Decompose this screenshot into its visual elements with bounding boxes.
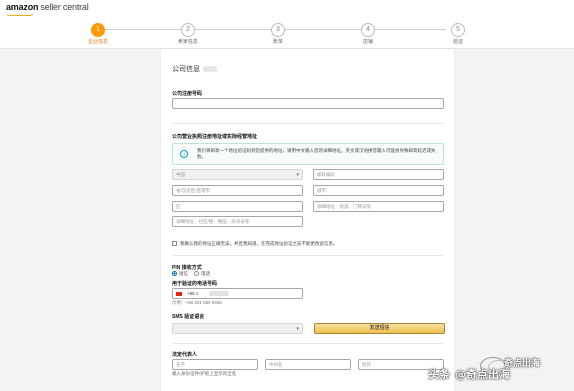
info-icon: i	[180, 150, 188, 158]
divider	[172, 255, 444, 256]
city-input[interactable]: 城市	[313, 185, 444, 196]
watermark: 奇点出海 头条 @奇点出海	[428, 357, 568, 383]
sms-language-select[interactable]: ▾	[172, 323, 303, 334]
district-input[interactable]: 区	[172, 201, 303, 212]
step-5-label: 验证	[452, 39, 463, 45]
progress-stepper: 1 2 3 4 5 企业信息 卖家信息 账单 店铺 验证	[0, 16, 574, 49]
address-label: 公司营业执照注册地址或实际经营地址	[172, 134, 258, 140]
chevron-down-icon: ▾	[296, 172, 299, 178]
address-info-box: i 我们将邮寄一个地址验证码到您提供的地址，请用中文输入您的详细地址。英文或汉语…	[172, 143, 444, 165]
step-2-circle: 2	[181, 23, 195, 37]
divider	[172, 123, 444, 124]
voice-radio-label: 电话	[201, 271, 210, 276]
middle-name-input[interactable]: 中间名	[265, 359, 351, 370]
step-1-circle: 1	[91, 23, 105, 37]
address-detail-input[interactable]: 详细地址：街道、门牌号等	[313, 201, 444, 212]
confirm-address-text: 我确认我的地址正确无误，并且我知道，在完成地址验证之前不能更改此信息。	[180, 241, 338, 246]
amazon-seller-central-logo[interactable]: amazon seller central	[6, 2, 89, 12]
voice-radio[interactable]	[194, 271, 199, 276]
sms-radio-label: 短信	[179, 271, 188, 276]
step-4-label: 店铺	[362, 39, 373, 45]
step-3-label: 账单	[272, 39, 283, 45]
watermark-source: 头条	[428, 368, 450, 381]
reg-number-label: 公司注册号码	[172, 91, 203, 97]
chevron-down-icon: ▾	[296, 326, 299, 332]
phone-label: 用于验证的电话号码	[172, 281, 218, 287]
phone-example: 示例：+86 201 555 5555	[172, 300, 222, 305]
step-2-label: 卖家信息	[177, 39, 198, 45]
name-hint: 输入身份证件/护照上显示的全名	[172, 371, 237, 376]
blurred-phone	[209, 291, 229, 296]
send-sms-button[interactable]: 发送短信	[314, 323, 445, 334]
address-info-text: 我们将邮寄一个地址验证码到您提供的地址，请用中文输入您的详细地址。英文或汉语拼音…	[197, 148, 436, 159]
step-4-circle: 4	[361, 23, 375, 37]
address-detail2-input[interactable]: 详细地址：社区/楼、楼层、房间号等	[172, 216, 303, 227]
step-1-label: 企业信息	[87, 39, 108, 45]
legal-rep-label: 法定代表人	[172, 352, 198, 358]
top-bar: amazon seller central	[0, 0, 574, 16]
reg-number-input[interactable]	[172, 98, 444, 109]
confirm-address-checkbox[interactable]	[172, 241, 177, 246]
step-3-circle: 3	[271, 23, 285, 37]
first-name-input[interactable]: 名字	[172, 359, 258, 370]
divider	[172, 343, 444, 344]
country-select[interactable]: 中国 ▾	[172, 169, 303, 180]
pin-method-label: PIN 接收方式	[172, 265, 202, 271]
china-flag-icon	[176, 292, 182, 296]
watermark-account: @奇点出海	[455, 368, 510, 381]
sms-radio[interactable]	[172, 271, 177, 276]
sms-language-label: SMS 验证语言	[172, 314, 205, 320]
phone-input[interactable]: +86 1	[172, 288, 303, 299]
province-input[interactable]: 省/自治区/直辖市	[172, 185, 303, 196]
step-5-circle: 5	[451, 23, 465, 37]
postal-code-input[interactable]: 邮政编码	[313, 169, 444, 180]
section-title: 公司信息	[172, 64, 217, 74]
company-info-form: 公司信息 公司注册号码 公司营业执照注册地址或实际经营地址 i 我们将邮寄一个地…	[161, 49, 454, 391]
blurred-text	[203, 66, 217, 73]
